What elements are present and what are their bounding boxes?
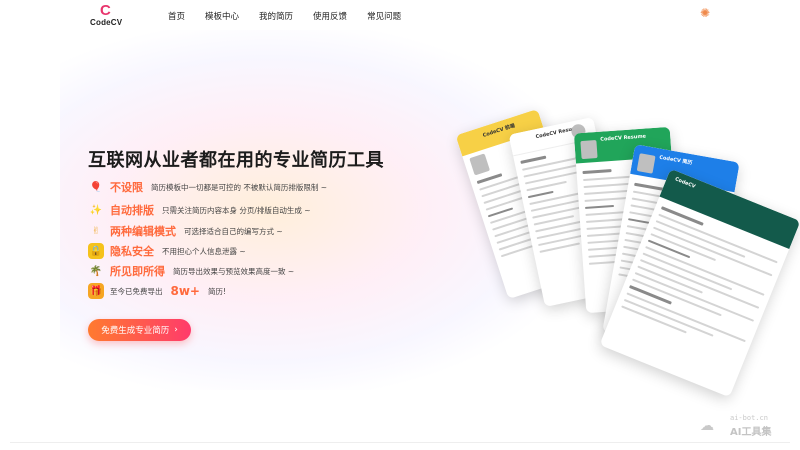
nav-templates[interactable]: 模板中心: [205, 10, 239, 22]
export-stat-suffix: 简历!: [208, 286, 227, 296]
logo-text: CodeCV: [90, 18, 123, 27]
logo-mark: C: [100, 2, 111, 19]
top-navigation: C CodeCV 首页 模板中心 我的简历 使用反馈 常见问题 ✺: [0, 0, 800, 32]
nav-home[interactable]: 首页: [168, 10, 185, 22]
feature-title: 所见即所得: [110, 265, 165, 278]
balloon-icon: 🎈: [89, 181, 103, 193]
feature-item: 🎈 不设限 简历模板中一切都是可控的 不被默认简历排版限制 ~: [88, 178, 327, 196]
resume-card-title: CodeCV 简历: [658, 154, 693, 167]
peace-hand-icon: ✌: [91, 225, 101, 237]
resume-preview-collage: CodeCV 前端 CodeCV Resume CodeCV Resume Co…: [455, 90, 800, 400]
feature-title: 隐私安全: [110, 245, 154, 258]
feature-desc: 简历模板中一切都是可控的 不被默认简历排版限制 ~: [151, 182, 328, 192]
codecv-logo[interactable]: C CodeCV: [90, 2, 126, 30]
cloud-icon: ☁: [700, 418, 714, 434]
export-stat: 🎁 至今已免费导出 8w+ 简历!: [88, 282, 226, 300]
watermark: ☁ ai-bot.cn AI工具集: [700, 412, 790, 438]
lock-icon: 🔒: [88, 243, 104, 259]
feature-desc: 只需关注简历内容本身 分页/排版自动生成 ~: [162, 205, 311, 215]
chevron-right-icon: ›: [174, 325, 178, 335]
watermark-name: AI工具集: [730, 427, 772, 438]
sparkles-icon: ✨: [89, 204, 103, 216]
footer-divider: [10, 442, 790, 443]
feature-item: ✨ 自动排版 只需关注简历内容本身 分页/排版自动生成 ~: [88, 201, 311, 219]
feature-desc: 不用担心个人信息泄露 ~: [162, 246, 246, 256]
theme-sun-icon[interactable]: ✺: [700, 7, 712, 19]
resume-photo: [469, 153, 491, 176]
resume-card-title: CodeCV: [673, 176, 697, 190]
feature-title: 自动排版: [110, 204, 154, 217]
watermark-url: ai-bot.cn: [730, 414, 768, 422]
resume-photo: [580, 140, 598, 160]
feature-title: 两种编辑模式: [110, 225, 176, 238]
nav-feedback[interactable]: 使用反馈: [313, 10, 347, 22]
hero-headline: 互联网从业者都在用的专业简历工具: [88, 150, 384, 171]
cta-label: 免费生成专业简历: [101, 326, 170, 336]
resume-card-title: CodeCV Resume: [600, 133, 647, 143]
export-stat-prefix: 至今已免费导出: [110, 286, 163, 296]
palm-tree-icon: 🌴: [89, 265, 103, 277]
nav-my-resumes[interactable]: 我的简历: [259, 10, 293, 22]
feature-desc: 简历导出效果与预览效果高度一致 ~: [173, 266, 295, 276]
feature-title: 不设限: [110, 181, 143, 194]
feature-item: ✌ 两种编辑模式 可选择适合自己的编写方式 ~: [88, 222, 283, 240]
nav-faq[interactable]: 常见问题: [367, 10, 401, 22]
feature-desc: 可选择适合自己的编写方式 ~: [184, 226, 283, 236]
resume-photo: [636, 153, 656, 174]
feature-item: 🔒 隐私安全 不用担心个人信息泄露 ~: [88, 242, 246, 260]
feature-item: 🌴 所见即所得 简历导出效果与预览效果高度一致 ~: [88, 262, 294, 280]
export-stat-count: 8w+: [170, 284, 201, 298]
gift-icon: 🎁: [88, 283, 104, 299]
generate-resume-button[interactable]: 免费生成专业简历 ›: [88, 319, 191, 341]
nav-links: 首页 模板中心 我的简历 使用反馈 常见问题: [168, 10, 421, 22]
